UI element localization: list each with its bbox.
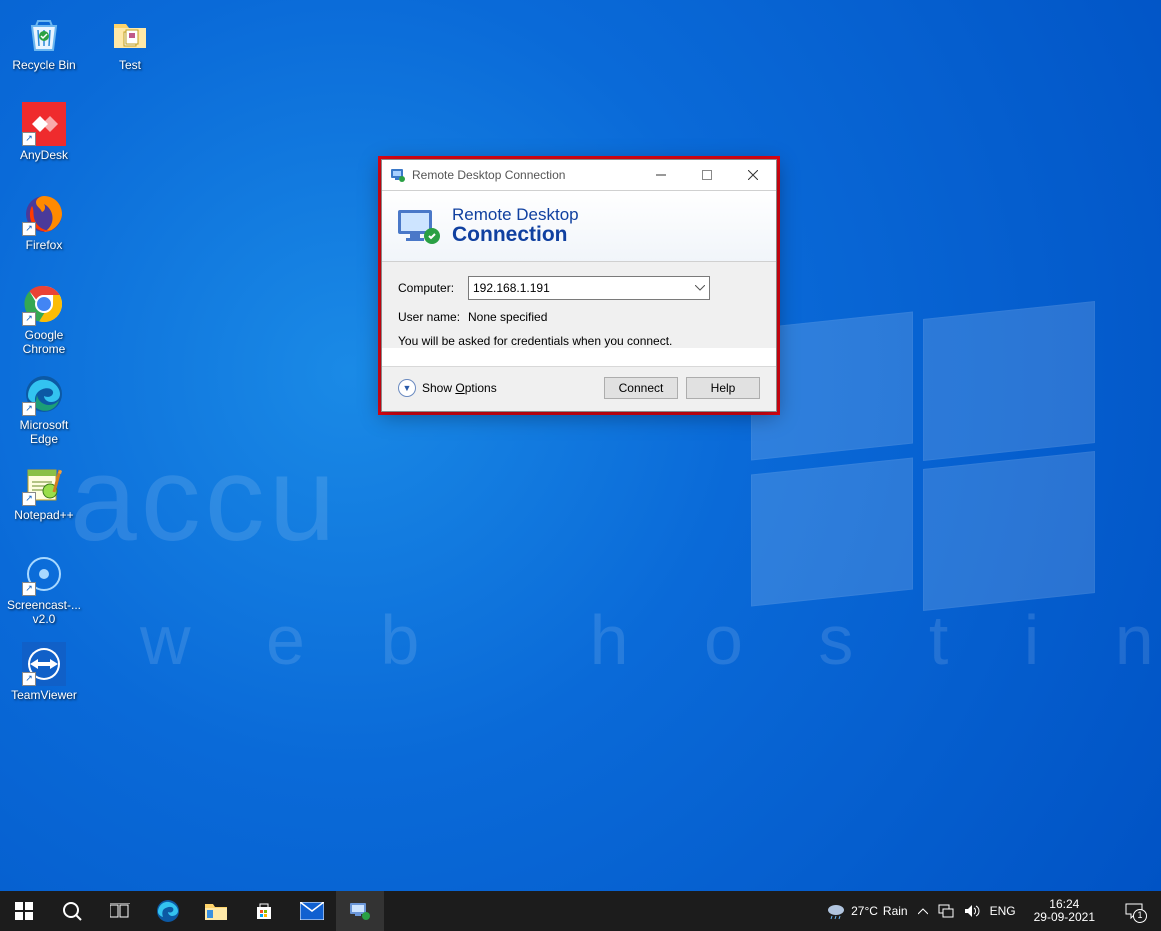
computer-combobox[interactable]: 192.168.1.191 <box>468 276 710 300</box>
computer-label: Computer: <box>398 281 468 295</box>
desktop-icon-notepadpp[interactable]: ↗ Notepad++ <box>6 462 82 538</box>
desktop-icon-label: Microsoft Edge <box>6 418 82 446</box>
microsoft-store-icon <box>254 901 274 921</box>
shortcut-arrow-icon: ↗ <box>22 312 36 326</box>
desktop-icons-column-2: Test <box>92 12 168 102</box>
highlight-outline: Remote Desktop Connection Remote Desktop… <box>378 156 780 415</box>
chevron-up-icon <box>918 907 928 915</box>
show-options-label: Show Options <box>422 381 497 395</box>
rdc-banner-icon <box>396 206 442 246</box>
banner-line-1: Remote Desktop <box>452 206 579 224</box>
language-indicator: ENG <box>990 904 1016 918</box>
network-icon <box>938 904 954 918</box>
taskbar-app-edge[interactable] <box>144 891 192 931</box>
desktop-icon-label: Screencast-... v2.0 <box>6 598 82 626</box>
desktop-icon-label: Google Chrome <box>6 328 82 356</box>
windows-logo-icon <box>15 902 33 920</box>
tray-volume-icon[interactable] <box>964 904 980 918</box>
username-value: None specified <box>468 310 547 324</box>
task-view-button[interactable] <box>96 891 144 931</box>
action-center-button[interactable]: 1 <box>1113 891 1155 931</box>
weather-condition: Rain <box>883 904 908 918</box>
connect-button[interactable]: Connect <box>604 377 678 399</box>
chevron-down-icon <box>695 285 705 291</box>
username-label: User name: <box>398 310 468 324</box>
close-button[interactable] <box>730 160 776 190</box>
window-titlebar[interactable]: Remote Desktop Connection <box>382 160 776 191</box>
maximize-button[interactable] <box>684 160 730 190</box>
window-footer: ▼ Show Options Connect Help <box>382 366 776 411</box>
shortcut-arrow-icon: ↗ <box>22 402 36 416</box>
edge-icon <box>156 899 180 923</box>
taskbar: 27°C Rain ENG 16:24 29-09-2021 1 <box>0 891 1161 931</box>
shortcut-arrow-icon: ↗ <box>22 132 36 146</box>
desktop-icon-label: Firefox <box>26 238 63 252</box>
shortcut-arrow-icon: ↗ <box>22 492 36 506</box>
window-body: Computer: 192.168.1.191 User name: None … <box>382 262 776 348</box>
banner-line-2: Connection <box>452 224 579 246</box>
desktop-icon-label: Recycle Bin <box>12 58 75 72</box>
desktop-icon-firefox[interactable]: ↗ Firefox <box>6 192 82 268</box>
search-icon <box>62 901 82 921</box>
volume-icon <box>964 904 980 918</box>
weather-icon <box>826 902 846 920</box>
window-banner: Remote Desktop Connection <box>382 191 776 262</box>
weather-widget[interactable]: 27°C Rain <box>826 902 908 920</box>
desktop-icon-label: TeamViewer <box>11 688 77 702</box>
shortcut-arrow-icon: ↗ <box>22 222 36 236</box>
rdc-titlebar-icon <box>390 167 406 183</box>
computer-value: 192.168.1.191 <box>473 281 550 295</box>
desktop-icon-screencast[interactable]: ↗ Screencast-... v2.0 <box>6 552 82 628</box>
desktop-icon-recycle-bin[interactable]: Recycle Bin <box>6 12 82 88</box>
desktop-icon-label: Notepad++ <box>14 508 73 522</box>
chevron-down-circle-icon: ▼ <box>398 379 416 397</box>
clock-date: 29-09-2021 <box>1034 911 1095 924</box>
minimize-button[interactable] <box>638 160 684 190</box>
notification-count: 1 <box>1133 909 1147 923</box>
search-button[interactable] <box>48 891 96 931</box>
tray-network-icon[interactable] <box>938 904 954 918</box>
notification-icon: 1 <box>1125 903 1143 919</box>
tray-overflow-button[interactable] <box>918 907 928 915</box>
watermark-accu: accu <box>70 430 339 568</box>
remote-desktop-window: Remote Desktop Connection Remote Desktop… <box>381 159 777 412</box>
shortcut-arrow-icon: ↗ <box>22 582 36 596</box>
weather-temp: 27°C <box>851 904 878 918</box>
recycle-bin-icon <box>24 14 64 54</box>
desktop-icon-edge[interactable]: ↗ Microsoft Edge <box>6 372 82 448</box>
credentials-hint: You will be asked for credentials when y… <box>398 334 760 348</box>
start-button[interactable] <box>0 891 48 931</box>
desktop-icon-label: AnyDesk <box>20 148 68 162</box>
task-view-icon <box>110 903 130 919</box>
desktop-icon-chrome[interactable]: ↗ Google Chrome <box>6 282 82 358</box>
taskbar-app-rdc[interactable] <box>336 891 384 931</box>
desktop-icon-anydesk[interactable]: ↗ AnyDesk <box>6 102 82 178</box>
watermark-web-hosting: w e b h o s t i n g <box>140 600 1161 680</box>
window-title: Remote Desktop Connection <box>412 168 638 182</box>
mail-icon <box>300 902 324 920</box>
desktop-icons-column-1: Recycle Bin ↗ AnyDesk ↗ Firefox ↗ Google… <box>6 12 82 732</box>
desktop-icon-label: Test <box>119 58 141 72</box>
shortcut-arrow-icon: ↗ <box>22 672 36 686</box>
desktop-icon-teamviewer[interactable]: ↗ TeamViewer <box>6 642 82 718</box>
show-options-toggle[interactable]: ▼ Show Options <box>398 379 596 397</box>
taskbar-app-store[interactable] <box>240 891 288 931</box>
system-tray: 27°C Rain ENG 16:24 29-09-2021 1 <box>820 891 1161 931</box>
help-button[interactable]: Help <box>686 377 760 399</box>
taskbar-app-mail[interactable] <box>288 891 336 931</box>
taskbar-app-explorer[interactable] <box>192 891 240 931</box>
file-explorer-icon <box>205 902 227 920</box>
tray-clock[interactable]: 16:24 29-09-2021 <box>1026 898 1103 924</box>
folder-icon <box>110 14 150 54</box>
desktop-icon-test-folder[interactable]: Test <box>92 12 168 88</box>
rdc-taskbar-icon <box>349 901 371 921</box>
tray-language[interactable]: ENG <box>990 904 1016 918</box>
wallpaper-windows-logo <box>751 320 1101 620</box>
desktop[interactable]: accu w e b h o s t i n g Recycle Bin ↗ A… <box>0 0 1161 931</box>
